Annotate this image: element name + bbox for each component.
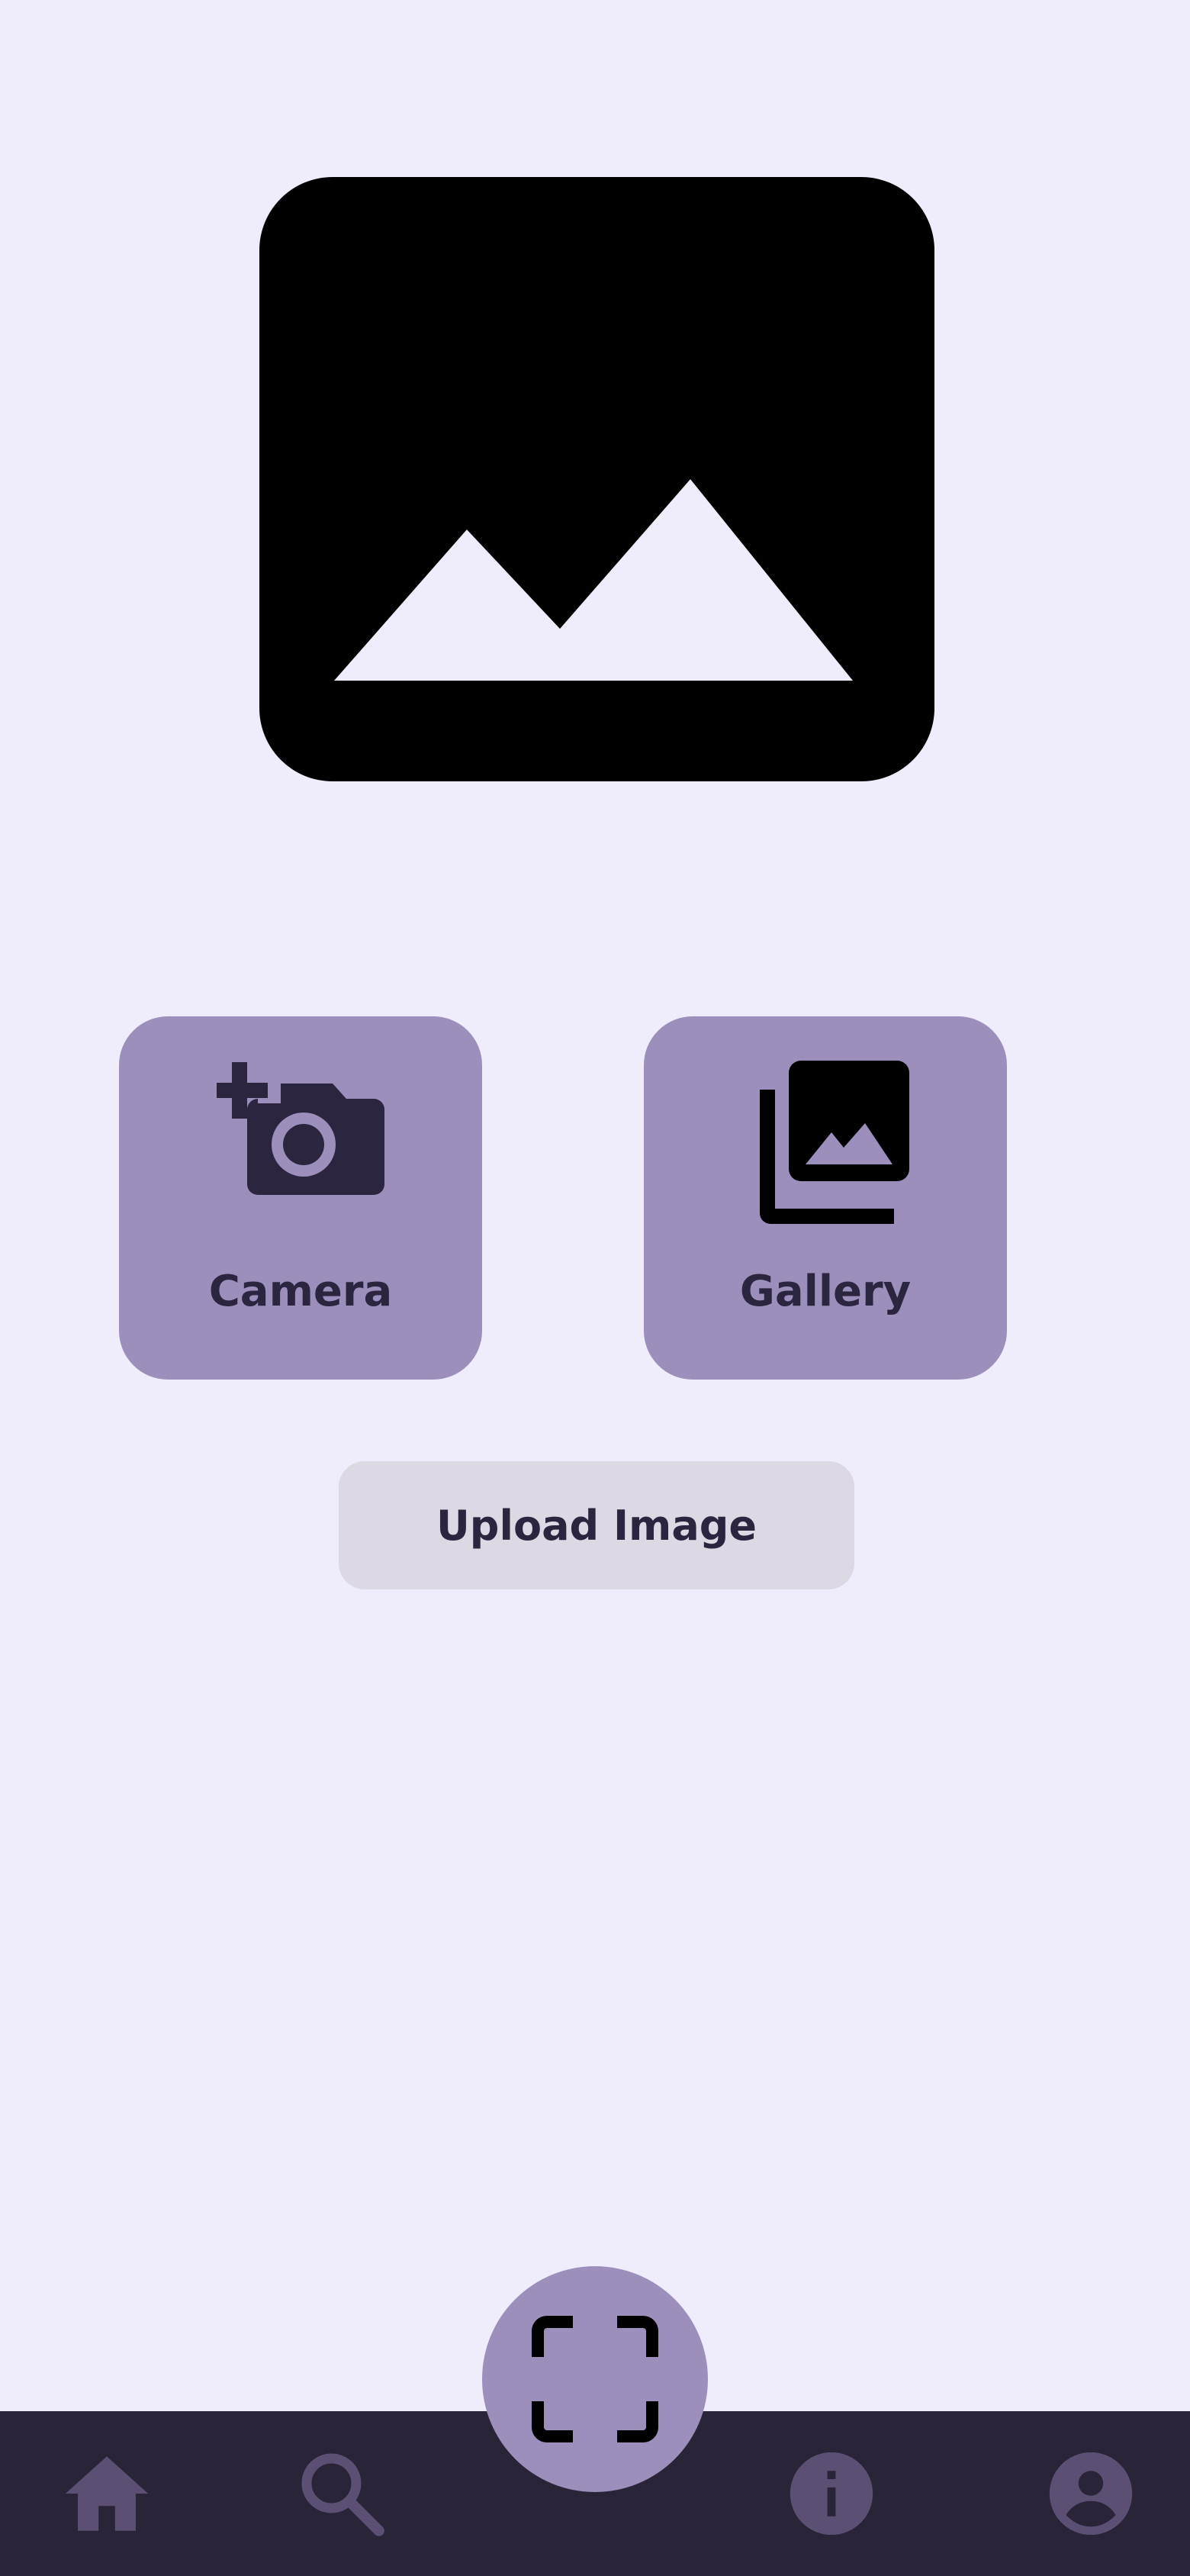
- home-icon: [65, 2456, 149, 2531]
- upload-image-button[interactable]: Upload Image: [339, 1461, 854, 1589]
- image-placeholder-icon: [334, 479, 853, 681]
- scan-icon: [532, 2316, 658, 2442]
- gallery-label: Gallery: [739, 1267, 912, 1316]
- camera-label: Camera: [208, 1267, 393, 1316]
- gallery-button[interactable]: Gallery: [644, 1016, 1007, 1380]
- image-preview: [259, 177, 934, 781]
- nav-home[interactable]: [57, 2444, 156, 2543]
- nav-info[interactable]: [782, 2444, 881, 2543]
- search-icon: [301, 2453, 384, 2536]
- add-a-photo-icon: [217, 1062, 384, 1195]
- scan-button[interactable]: [482, 2266, 708, 2492]
- nav-profile[interactable]: [1041, 2444, 1140, 2543]
- nav-search[interactable]: [292, 2444, 391, 2543]
- camera-button[interactable]: Camera: [119, 1016, 482, 1380]
- account-icon: [1049, 2452, 1133, 2536]
- photo-library-icon: [760, 1061, 909, 1224]
- info-icon: [790, 2452, 873, 2536]
